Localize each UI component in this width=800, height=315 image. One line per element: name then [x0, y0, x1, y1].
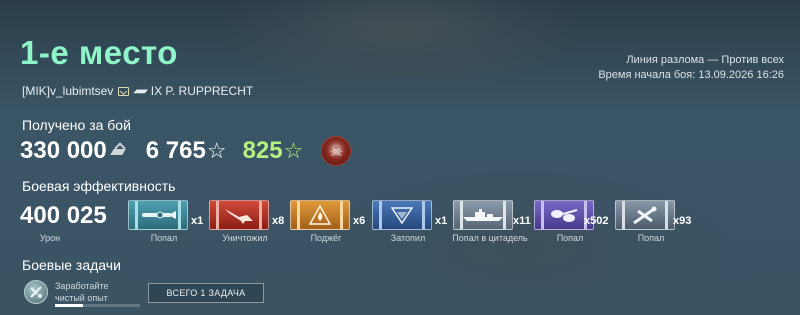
destroyed-icon — [210, 201, 268, 229]
rank-icon — [118, 86, 130, 96]
credits-value: 330 000 — [20, 137, 107, 164]
ribbon-count: x11 — [513, 215, 531, 227]
ribbon-count: x93 — [673, 215, 692, 227]
secondary-battery-hit-icon — [616, 201, 674, 229]
credits-icon — [110, 144, 128, 158]
task-description: Заработайте чистый опыт — [55, 281, 109, 303]
skull-achievement-icon[interactable]: ☠ — [321, 136, 352, 166]
task-icon[interactable] — [24, 280, 48, 304]
free-experience-value: 825 — [242, 137, 283, 164]
ribbon-caption: Уничтожил — [222, 233, 268, 243]
battle-results-screen: 1-е место [MIK]v_lubimtsev ▰▰ IX P. RUPP… — [0, 0, 800, 315]
all-tasks-button[interactable]: ВСЕГО 1 ЗАДАЧА — [148, 283, 264, 303]
battle-info: Линия разлома — Против всех Время начала… — [598, 53, 784, 83]
star-icon-green: ☆ — [283, 138, 304, 163]
ribbon-count: x502 — [584, 215, 609, 227]
ribbon-caption: Затопил — [390, 233, 426, 243]
ribbon-count: x6 — [353, 215, 366, 227]
ribbon-flooding[interactable] — [372, 200, 432, 230]
ribbon-count: x1 — [191, 215, 204, 227]
experience-value: 6 765 — [145, 137, 206, 164]
star-icon: ☆ — [206, 138, 227, 163]
citadel-hit-icon — [454, 201, 512, 229]
battle-start-time: Время начала боя: 13.09.2026 16:26 — [598, 69, 784, 81]
damage-value: 400 025 — [20, 202, 107, 229]
ribbon-fire[interactable] — [290, 200, 350, 230]
earned-row: 330 000 6 765 ☆ 825 ☆ ☠ — [20, 135, 352, 167]
ribbon-torpedo-hit[interactable] — [128, 200, 188, 230]
ribbon-count: x8 — [272, 215, 285, 227]
ribbon-caption: Попал в цитадель — [452, 233, 528, 243]
place-title: 1-е место — [20, 34, 178, 71]
ribbon-citadel-hit[interactable] — [453, 200, 513, 230]
flooding-icon — [373, 201, 431, 229]
ribbon-caption: Попал — [150, 233, 178, 243]
damage-caption: Урон — [39, 233, 61, 243]
ribbon-destroyed[interactable] — [209, 200, 269, 230]
torpedo-hit-icon — [129, 201, 187, 229]
earned-label: Получено за бой — [22, 117, 131, 133]
player-info: [MIK]v_lubimtsev ▰▰ IX P. RUPPRECHT — [22, 84, 253, 98]
fire-icon — [291, 201, 349, 229]
ribbon-caption: Попал — [556, 233, 584, 243]
ribbon-secondary-battery-hit[interactable] — [615, 200, 675, 230]
ship-class-icon: ▰▰ — [132, 85, 148, 97]
task-progress-bar — [55, 304, 140, 307]
efficiency-label: Боевая эффективность — [22, 178, 176, 194]
task-progress-fill — [55, 304, 84, 307]
ribbon-caption: Поджёг — [310, 233, 342, 243]
ribbon-count: x1 — [435, 215, 448, 227]
battle-type: Линия разлома — Против всех — [626, 54, 784, 66]
tasks-label: Боевые задачи — [22, 257, 121, 273]
ship-name: IX P. RUPPRECHT — [150, 84, 254, 98]
ribbon-caption: Попал — [637, 233, 665, 243]
player-name: [MIK]v_lubimtsev — [22, 84, 114, 98]
